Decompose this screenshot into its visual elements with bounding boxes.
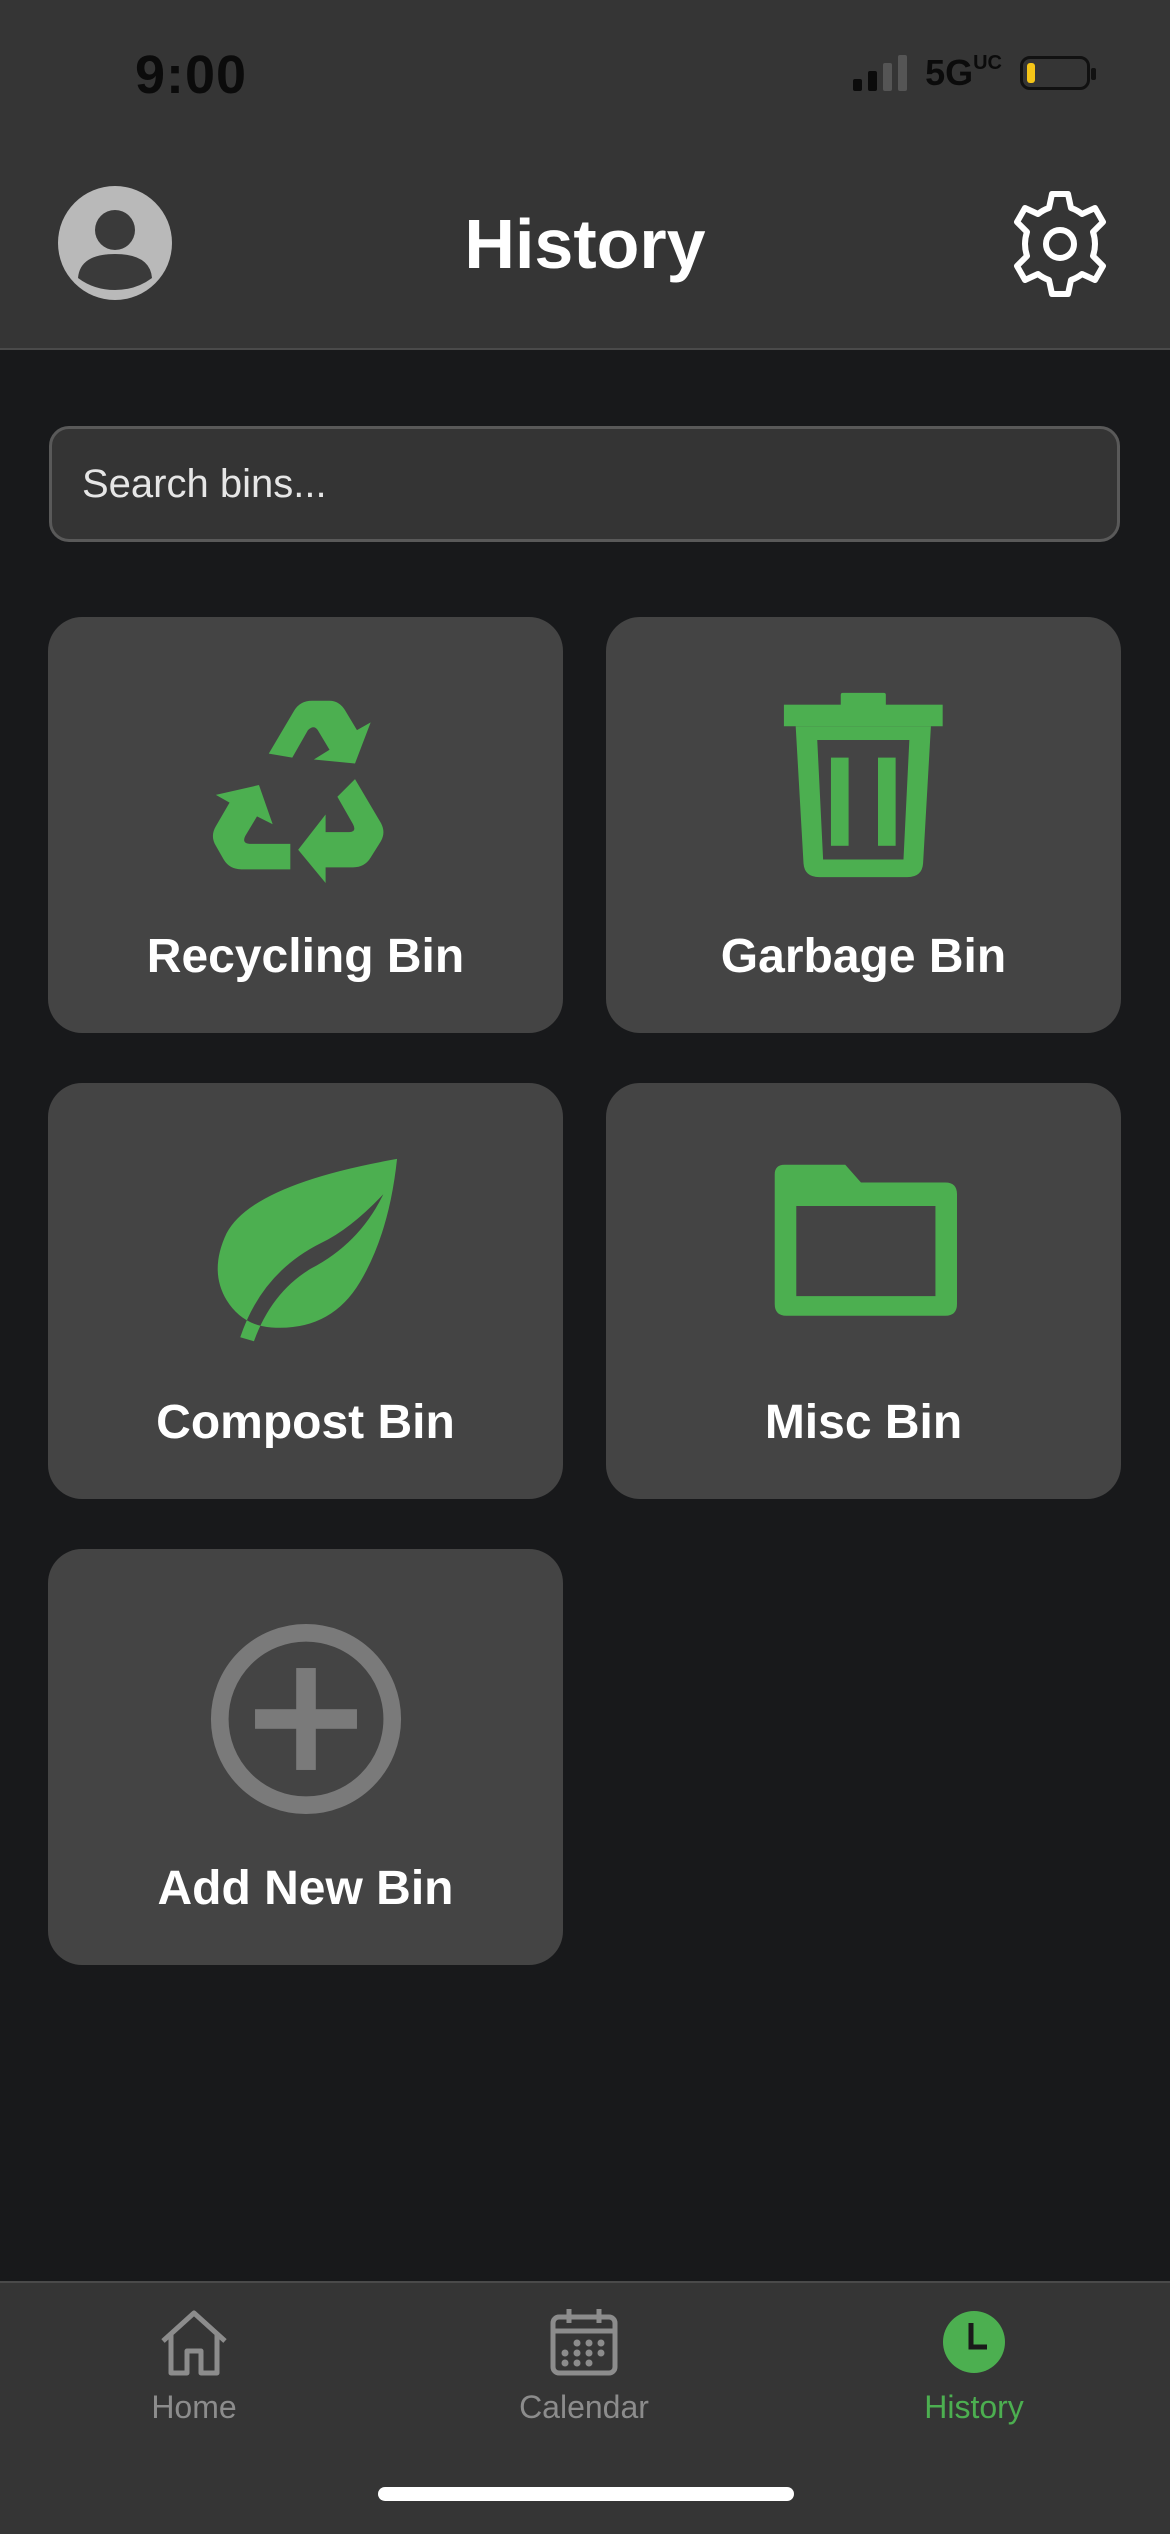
folder-icon (606, 1155, 1121, 1351)
tab-label: History (924, 2389, 1024, 2425)
tab-label: Calendar (519, 2389, 649, 2425)
battery-icon (1020, 56, 1096, 90)
add-new-bin-card[interactable]: Add New Bin (48, 1549, 563, 1965)
add-circle-icon (48, 1621, 563, 1817)
status-time: 9:00 (135, 45, 248, 105)
garbage-bin-card[interactable]: Garbage Bin (606, 617, 1121, 1033)
page-title: History (464, 205, 706, 283)
tab-history[interactable]: History (864, 2305, 1084, 2426)
status-icons: 5GUC (853, 52, 1096, 94)
compost-bin-card[interactable]: Compost Bin (48, 1083, 563, 1499)
trash-icon (606, 689, 1121, 885)
app-header: 9:00 5GUC History (0, 0, 1170, 350)
bin-label: Misc Bin (764, 1396, 963, 1449)
recycle-icon (48, 689, 563, 885)
cellular-signal-icon (853, 55, 908, 91)
search-input[interactable] (49, 426, 1120, 542)
home-icon (161, 2310, 227, 2376)
bin-label: Garbage Bin (720, 930, 1007, 983)
bin-label: Add New Bin (157, 1862, 454, 1915)
network-type: 5GUC (925, 52, 1002, 93)
home-indicator (378, 2487, 794, 2501)
tab-calendar[interactable]: Calendar (474, 2305, 694, 2426)
bin-label: Compost Bin (156, 1396, 455, 1449)
misc-bin-card[interactable]: Misc Bin (606, 1083, 1121, 1499)
tab-label: Home (151, 2389, 237, 2425)
tab-home[interactable]: Home (84, 2305, 304, 2426)
leaf-icon (48, 1155, 563, 1351)
calendar-icon (550, 2309, 618, 2376)
gear-icon[interactable] (1004, 188, 1116, 300)
recycling-bin-card[interactable]: Recycling Bin (48, 617, 563, 1033)
bin-label: Recycling Bin (146, 930, 465, 983)
clock-icon (943, 2311, 1005, 2373)
